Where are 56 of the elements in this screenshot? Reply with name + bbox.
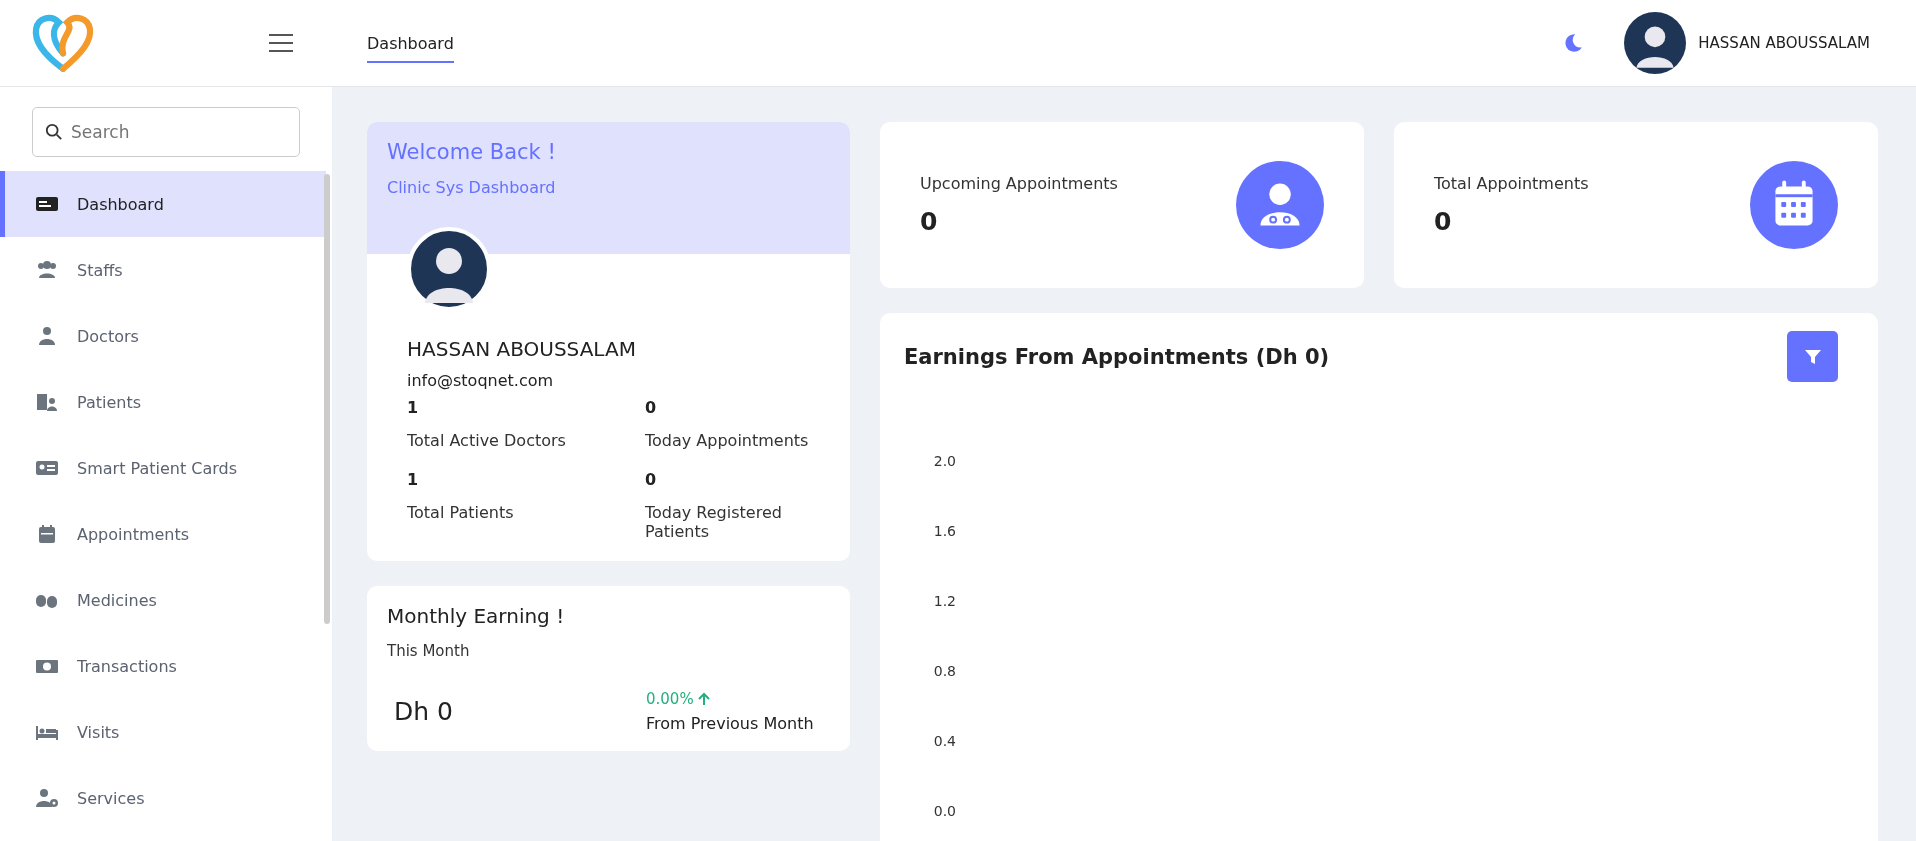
doctor-icon xyxy=(1236,161,1324,249)
stat-card-value: 0 xyxy=(920,207,939,236)
search-icon xyxy=(45,123,63,141)
stat-card-label: Total Appointments xyxy=(1434,174,1589,193)
stat-label: Today Registered Patients xyxy=(645,503,783,541)
earning-amount: Dh 0 xyxy=(393,697,454,726)
axis-tick-label: 1.2 xyxy=(933,592,956,610)
scrollbar[interactable] xyxy=(324,174,330,624)
sidebar-item[interactable]: Doctors xyxy=(0,303,326,369)
staff-icon xyxy=(35,260,59,280)
change-label: From Previous Month xyxy=(646,714,814,733)
menu-icon[interactable] xyxy=(268,33,294,53)
filter-button[interactable] xyxy=(1787,331,1838,382)
heart-logo-icon xyxy=(30,12,96,74)
stat-card-label: Upcoming Appointments xyxy=(920,174,1118,193)
sidebar-item[interactable]: Transactions xyxy=(0,633,326,699)
stat-value: 0 xyxy=(645,470,658,489)
user-avatar[interactable] xyxy=(1624,12,1687,74)
change-percent: 0.00% xyxy=(646,690,694,708)
stat-label: Today Appointments xyxy=(645,431,810,450)
arrow-up-icon xyxy=(697,692,710,706)
welcome-title: Welcome Back ! xyxy=(387,140,557,164)
stat-label: Total Patients xyxy=(407,503,515,522)
stat-label: Total Active Doctors xyxy=(407,431,567,450)
search-field[interactable]: Search xyxy=(32,107,300,157)
stat-card-value: 0 xyxy=(1434,207,1453,236)
axis-tick-label: 2.0 xyxy=(933,452,956,470)
patient-icon xyxy=(35,392,59,412)
sidebar-item[interactable]: Services xyxy=(0,765,326,831)
sidebar-item[interactable]: Staffs xyxy=(0,237,326,303)
nav-tab[interactable]: Dashboard xyxy=(367,23,454,63)
axis-tick-label: 1.6 xyxy=(933,522,956,540)
calendar-icon xyxy=(1750,161,1838,249)
dashboard-icon xyxy=(35,194,59,214)
card-title: Monthly Earning ! xyxy=(387,604,566,628)
stat-value: 1 xyxy=(407,398,420,417)
user-name: HASSAN ABOUSSALAM xyxy=(1698,34,1870,52)
card-icon xyxy=(35,458,59,478)
stat-value: 0 xyxy=(645,398,658,417)
moon-icon[interactable] xyxy=(1562,32,1585,54)
sidebar-item[interactable]: Appointments xyxy=(0,501,326,567)
sidebar-item[interactable]: Medicines xyxy=(0,567,326,633)
sidebar-item[interactable]: Smart Patient Cards xyxy=(0,435,326,501)
card-subtitle: This Month xyxy=(387,642,471,660)
profile-name: HASSAN ABOUSSALAM xyxy=(407,337,637,361)
axis-tick-label: 0.4 xyxy=(933,732,956,750)
profile-email: info@stoqnet.com xyxy=(407,371,555,390)
stat-value: 1 xyxy=(407,470,420,489)
chart-title: Earnings From Appointments (Dh 0) xyxy=(904,344,1330,369)
service-icon xyxy=(35,788,59,808)
axis-tick-label: 0.0 xyxy=(933,802,956,820)
welcome-subtitle: Clinic Sys Dashboard xyxy=(387,178,557,197)
axis-tick-label: 0.8 xyxy=(933,662,956,680)
sidebar-item[interactable]: Visits xyxy=(0,699,326,765)
sidebar-item[interactable]: Patients xyxy=(0,369,326,435)
sidebar-item[interactable]: Dashboard xyxy=(0,171,326,237)
